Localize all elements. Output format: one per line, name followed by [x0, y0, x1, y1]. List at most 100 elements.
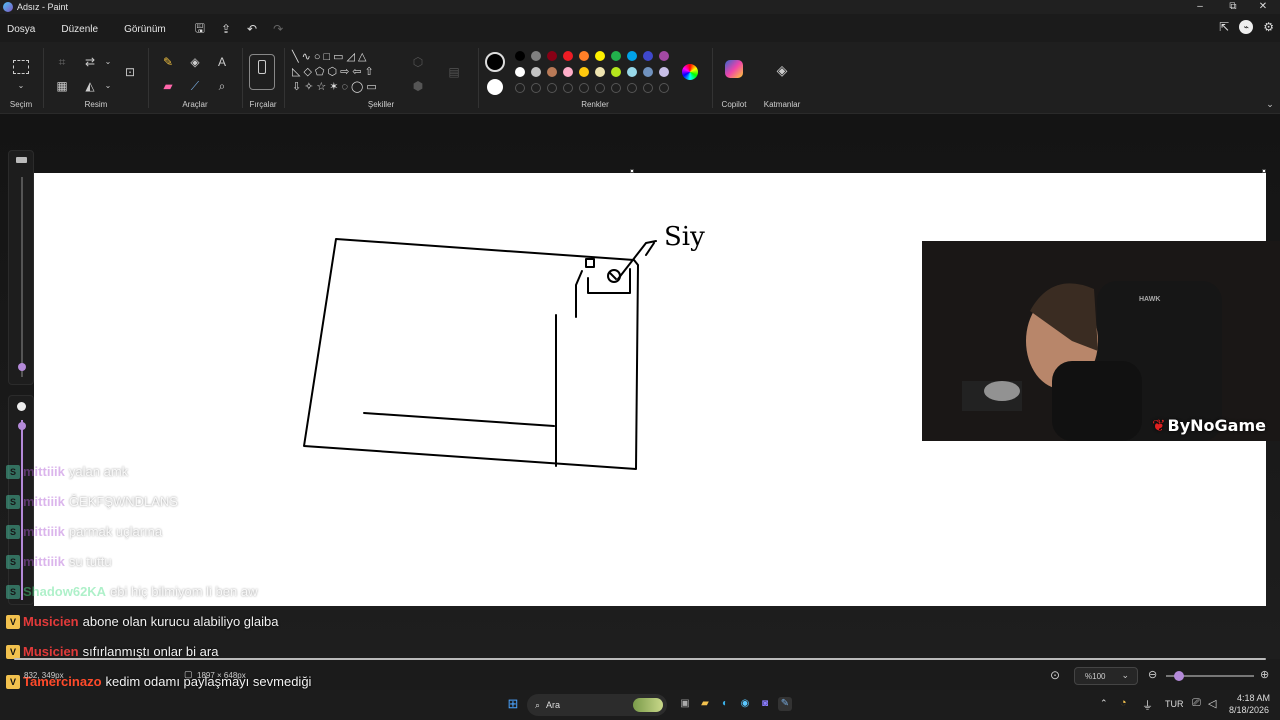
rotate-icon[interactable]: ◭ — [82, 78, 98, 94]
account-icon[interactable]: ⌁ — [1239, 20, 1254, 34]
chevron-up-icon[interactable]: ⌃ — [1100, 698, 1108, 709]
share-feedback-icon[interactable]: ⇱ — [1219, 20, 1229, 34]
secondary-color-swatch[interactable] — [487, 79, 503, 95]
resize-handle-top[interactable] — [630, 169, 634, 173]
fill-bucket-icon[interactable]: ◈ — [187, 54, 203, 70]
chevron-down-icon[interactable]: ⌄ — [13, 78, 29, 94]
save-icon[interactable]: 🖫 — [187, 19, 213, 40]
settings-gear-icon[interactable]: ⚙ — [1263, 20, 1274, 34]
edge-browser-icon[interactable]: ◐ — [718, 697, 732, 711]
edit-colors-icon[interactable] — [682, 64, 698, 80]
resize-handle-top-right[interactable] — [1262, 169, 1266, 173]
share-icon[interactable]: ⇪ — [213, 22, 239, 36]
maximize-button[interactable]: ⧉ — [1218, 0, 1248, 14]
volume-icon[interactable]: ◁ — [1208, 697, 1216, 710]
minimize-button[interactable]: – — [1185, 0, 1215, 14]
chat-message: S Shadow62KA ebi hiç bilmiyom li ben aw — [6, 584, 257, 599]
custom-color-slot[interactable] — [531, 83, 541, 93]
color-swatch[interactable] — [531, 51, 541, 61]
task-view-icon[interactable]: ▣ — [678, 697, 692, 711]
menu-view[interactable]: Görünüm — [117, 24, 173, 35]
paint-taskbar-icon[interactable]: ✎ — [778, 697, 792, 711]
zoom-in-icon[interactable]: ⊕ — [1260, 668, 1269, 681]
outline-icon[interactable]: ⬡ — [410, 54, 426, 70]
custom-color-slot[interactable] — [659, 83, 669, 93]
color-swatch[interactable] — [595, 67, 605, 77]
text-icon[interactable]: A — [214, 54, 230, 70]
chevron-down-icon[interactable]: ⌄ — [100, 54, 116, 70]
undo-icon[interactable]: ↶ — [239, 22, 265, 36]
zoom-select[interactable]: %100 ⌄ — [1074, 667, 1138, 685]
zoom-out-icon[interactable]: ⊖ — [1148, 668, 1157, 681]
custom-color-slot[interactable] — [595, 83, 605, 93]
search-placeholder: Ara — [546, 700, 561, 710]
brush-size-handle[interactable] — [18, 363, 26, 371]
image-generate-icon[interactable]: ▦ — [54, 78, 70, 94]
custom-color-slot[interactable] — [643, 83, 653, 93]
color-swatch[interactable] — [515, 67, 525, 77]
color-swatch[interactable] — [563, 51, 573, 61]
notification-app-icon[interactable]: ◔ — [1120, 697, 1127, 709]
color-swatch[interactable] — [627, 67, 637, 77]
language-indicator[interactable]: TUR — [1165, 699, 1184, 709]
windows-start-icon[interactable]: ⊞ — [506, 697, 520, 711]
clock-time[interactable]: 4:18 AM — [1237, 693, 1270, 703]
clock-date[interactable]: 8/18/2026 — [1229, 705, 1269, 715]
primary-color-swatch[interactable] — [485, 52, 505, 72]
image-background-icon[interactable]: ⊡ — [122, 64, 138, 80]
custom-color-slot[interactable] — [627, 83, 637, 93]
chrome-icon[interactable]: ◉ — [738, 697, 752, 711]
copilot-icon[interactable] — [725, 60, 743, 78]
zoom-slider-handle[interactable] — [1174, 671, 1184, 681]
horizontal-scrollbar[interactable] — [0, 656, 1280, 662]
color-swatch[interactable] — [643, 67, 653, 77]
custom-color-slot[interactable] — [579, 83, 589, 93]
color-swatch[interactable] — [547, 51, 557, 61]
opacity-handle[interactable] — [18, 422, 26, 430]
custom-color-slot[interactable] — [547, 83, 557, 93]
close-button[interactable]: ✕ — [1248, 0, 1278, 14]
microphone-icon[interactable]: ⏚ — [1142, 697, 1153, 713]
color-swatch[interactable] — [643, 51, 653, 61]
brush-size-slider[interactable] — [8, 150, 34, 385]
chat-badge-icon: V — [6, 614, 20, 629]
custom-color-slot[interactable] — [611, 83, 621, 93]
scrollbar-thumb[interactable] — [14, 658, 1266, 660]
layers-icon[interactable]: ◈ — [774, 62, 790, 78]
color-swatch[interactable] — [563, 67, 573, 77]
network-icon[interactable]: ⎚ — [1192, 697, 1201, 710]
color-swatch[interactable] — [579, 51, 589, 61]
color-swatch[interactable] — [659, 51, 669, 61]
color-picker-icon[interactable]: ⟋ — [187, 78, 203, 94]
ribbon-expand-icon[interactable]: ⌄ — [1262, 96, 1278, 112]
redo-icon[interactable]: ↷ — [265, 22, 291, 36]
select-rectangle-icon[interactable] — [13, 60, 29, 74]
eraser-icon[interactable]: ▰ — [160, 78, 176, 94]
shapes-gallery[interactable]: ╲∿○□▭◿△ ◺◇⬠⬡⇨⇦⇧ ⇩✧☆✶◌◯▭ — [292, 50, 404, 95]
color-swatch[interactable] — [547, 67, 557, 77]
custom-color-slot[interactable] — [515, 83, 525, 93]
brush-icon[interactable] — [249, 54, 275, 90]
fit-screen-icon[interactable]: ⊙ — [1050, 668, 1060, 682]
color-swatch[interactable] — [595, 51, 605, 61]
discord-icon[interactable]: ◙ — [758, 697, 772, 711]
chevron-down-icon[interactable]: ⌄ — [100, 78, 116, 94]
shape-options-icon[interactable]: ▤ — [446, 64, 462, 80]
color-swatch[interactable] — [515, 51, 525, 61]
menu-edit[interactable]: Düzenle — [54, 24, 105, 35]
resize-icon[interactable]: ⇄ — [82, 54, 98, 70]
file-explorer-icon[interactable]: ▰ — [698, 697, 712, 711]
taskbar-search[interactable]: ⌕ Ara — [527, 694, 667, 716]
color-swatch[interactable] — [627, 51, 637, 61]
menu-file[interactable]: Dosya — [0, 24, 42, 35]
color-swatch[interactable] — [611, 51, 621, 61]
custom-color-slot[interactable] — [563, 83, 573, 93]
magnifier-icon[interactable]: ⌕ — [214, 78, 230, 94]
fill-icon[interactable]: ⬢ — [410, 78, 426, 94]
crop-icon[interactable]: ⌗ — [54, 54, 70, 70]
pencil-icon[interactable]: ✎ — [160, 54, 176, 70]
color-swatch[interactable] — [611, 67, 621, 77]
color-swatch[interactable] — [659, 67, 669, 77]
color-swatch[interactable] — [531, 67, 541, 77]
color-swatch[interactable] — [579, 67, 589, 77]
